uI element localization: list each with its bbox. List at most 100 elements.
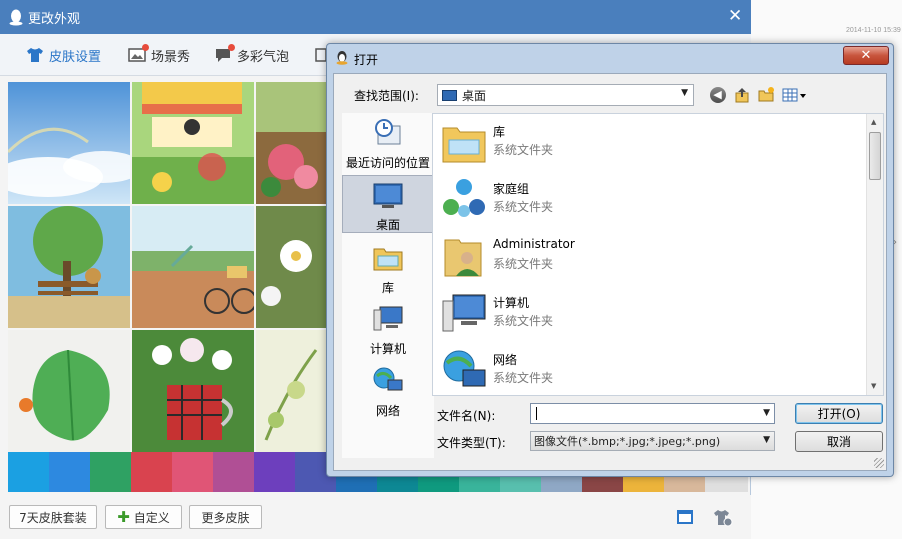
button-label: 打开(O) bbox=[817, 407, 861, 421]
more-skins-button[interactable]: 更多皮肤 bbox=[189, 505, 262, 529]
background-timestamp: 2014-11-10 15:39 bbox=[846, 27, 901, 34]
qq-penguin-icon bbox=[336, 51, 348, 65]
place-recent[interactable]: 最近访问的位置 bbox=[342, 113, 434, 171]
skin-thumbnail-grid bbox=[8, 82, 328, 452]
cancel-button[interactable]: 取消 bbox=[795, 431, 883, 452]
color-swatch[interactable] bbox=[49, 452, 90, 492]
color-swatch[interactable] bbox=[172, 452, 213, 492]
file-list-scrollbar[interactable]: ▲ ▼ bbox=[866, 114, 883, 395]
view-menu-button[interactable] bbox=[781, 85, 807, 104]
tab-scene-show[interactable]: 场景秀 bbox=[128, 44, 190, 66]
homegroup-icon bbox=[443, 179, 485, 217]
place-libraries[interactable]: 库 bbox=[342, 238, 434, 296]
skin-window-title: 更改外观 bbox=[28, 12, 81, 27]
resize-grip[interactable] bbox=[874, 458, 884, 468]
list-item[interactable]: 网络 系统文件夹 bbox=[439, 342, 859, 397]
picture-icon bbox=[128, 44, 149, 63]
custom-skin-button[interactable]: ✚ 自定义 bbox=[105, 505, 182, 529]
tab-color-bubble[interactable]: 多彩气泡 bbox=[214, 44, 289, 66]
seven-day-skin-button[interactable]: 7天皮肤套装 bbox=[9, 505, 97, 529]
chevron-down-icon: ▼ bbox=[681, 88, 688, 98]
skin-thumbnail-leaf[interactable] bbox=[8, 330, 130, 452]
list-item[interactable]: 家庭组 系统文件夹 bbox=[439, 171, 859, 226]
qq-penguin-icon bbox=[9, 9, 23, 26]
library-folder-icon bbox=[442, 127, 486, 163]
button-label: 更多皮肤 bbox=[201, 510, 250, 525]
new-folder-icon bbox=[758, 86, 774, 101]
dialog-body: 查找范围(I): 桌面 ▼ ◀ 最近访问的位置 桌面 库 计算机 网络 库 系统… bbox=[333, 73, 887, 471]
skin-titlebar: 更改外观 ✕ bbox=[0, 0, 751, 34]
skin-bottom-bar: 7天皮肤套装 ✚ 自定义 更多皮肤 bbox=[0, 495, 751, 539]
scrollbar-thumb[interactable] bbox=[869, 132, 881, 180]
file-type: 系统文件夹 bbox=[493, 314, 554, 328]
chevron-down-icon: ▼ bbox=[763, 435, 770, 445]
desktop-icon bbox=[373, 183, 403, 208]
window-mode-icon[interactable] bbox=[677, 510, 693, 524]
skin-thumbnail-shop[interactable] bbox=[132, 82, 254, 204]
skin-thumbnail-flowers[interactable] bbox=[256, 82, 328, 204]
scroll-down-icon[interactable]: ▼ bbox=[871, 382, 876, 390]
button-label: 取消 bbox=[826, 435, 851, 449]
place-label: 计算机 bbox=[369, 342, 406, 356]
computer-icon bbox=[442, 294, 486, 332]
close-icon: ✕ bbox=[860, 48, 872, 63]
tab-label: 场景秀 bbox=[151, 49, 191, 65]
desktop-icon bbox=[442, 89, 457, 101]
new-folder-button[interactable] bbox=[756, 85, 775, 104]
color-swatch[interactable] bbox=[131, 452, 172, 492]
chevron-down-icon[interactable]: ▼ bbox=[763, 408, 770, 418]
skin-thumbnail-sky[interactable] bbox=[8, 82, 130, 204]
file-type: 系统文件夹 bbox=[493, 257, 554, 271]
look-in-combo[interactable]: 桌面 ▼ bbox=[437, 84, 694, 106]
open-button[interactable]: 打开(O) bbox=[795, 403, 883, 424]
skin-thumbnail-teacup[interactable] bbox=[132, 330, 254, 452]
close-icon[interactable]: ✕ bbox=[728, 6, 742, 26]
dialog-close-button[interactable]: ✕ bbox=[843, 46, 889, 65]
view-grid-icon bbox=[782, 88, 806, 101]
filetype-select[interactable]: 图像文件(*.bmp;*.jpg;*.jpeg;*.png) ▼ bbox=[530, 431, 775, 451]
list-item[interactable]: 计算机 系统文件夹 bbox=[439, 285, 859, 340]
network-icon bbox=[443, 350, 486, 387]
notification-dot bbox=[142, 44, 149, 51]
place-network[interactable]: 网络 bbox=[342, 361, 434, 419]
shirt-settings-icon[interactable] bbox=[713, 509, 733, 527]
list-item[interactable]: Administrator 系统文件夹 bbox=[439, 228, 859, 283]
look-in-label: 查找范围(I): bbox=[354, 89, 419, 103]
open-file-dialog: 打开 ✕ 查找范围(I): 桌面 ▼ ◀ 最近访问的位置 桌面 库 计算机 网络… bbox=[326, 43, 894, 477]
filename-input[interactable]: ▼ bbox=[530, 403, 775, 424]
shirt-icon bbox=[27, 48, 43, 62]
notification-dot bbox=[228, 44, 235, 51]
color-swatch[interactable] bbox=[8, 452, 49, 492]
look-in-value: 桌面 bbox=[462, 88, 487, 103]
file-type: 系统文件夹 bbox=[493, 371, 554, 385]
up-folder-button[interactable] bbox=[732, 85, 751, 104]
file-name: 网络 bbox=[493, 353, 518, 367]
scroll-up-icon[interactable]: ▲ bbox=[871, 118, 876, 126]
network-icon bbox=[373, 367, 403, 391]
up-folder-icon bbox=[735, 87, 748, 102]
color-swatch[interactable] bbox=[213, 452, 254, 492]
file-type: 系统文件夹 bbox=[493, 200, 554, 214]
place-label: 库 bbox=[381, 281, 394, 295]
color-swatch[interactable] bbox=[254, 452, 295, 492]
file-name: 家庭组 bbox=[493, 182, 530, 196]
place-label: 网络 bbox=[375, 404, 400, 418]
skin-thumbnail-blossom[interactable] bbox=[256, 206, 328, 328]
place-computer[interactable]: 计算机 bbox=[342, 299, 434, 357]
tab-label: 多彩气泡 bbox=[237, 49, 290, 65]
back-button[interactable]: ◀ bbox=[708, 85, 727, 104]
skin-thumbnail-bench[interactable] bbox=[8, 206, 130, 328]
file-type: 系统文件夹 bbox=[493, 143, 554, 157]
place-label: 桌面 bbox=[375, 218, 400, 232]
library-folder-icon bbox=[373, 248, 403, 271]
tab-skin-settings[interactable]: 皮肤设置 bbox=[26, 44, 101, 66]
button-label: 7天皮肤套装 bbox=[19, 510, 87, 525]
place-desktop[interactable]: 桌面 bbox=[342, 175, 434, 233]
dialog-titlebar[interactable]: 打开 ✕ bbox=[327, 44, 893, 72]
skin-thumbnail-plant[interactable] bbox=[256, 330, 328, 452]
list-item[interactable]: 库 系统文件夹 bbox=[439, 114, 859, 169]
dialog-title: 打开 bbox=[354, 53, 379, 67]
back-arrow-icon: ◀ bbox=[709, 86, 726, 103]
skin-thumbnail-bicycle[interactable] bbox=[132, 206, 254, 328]
color-swatch[interactable] bbox=[90, 452, 131, 492]
